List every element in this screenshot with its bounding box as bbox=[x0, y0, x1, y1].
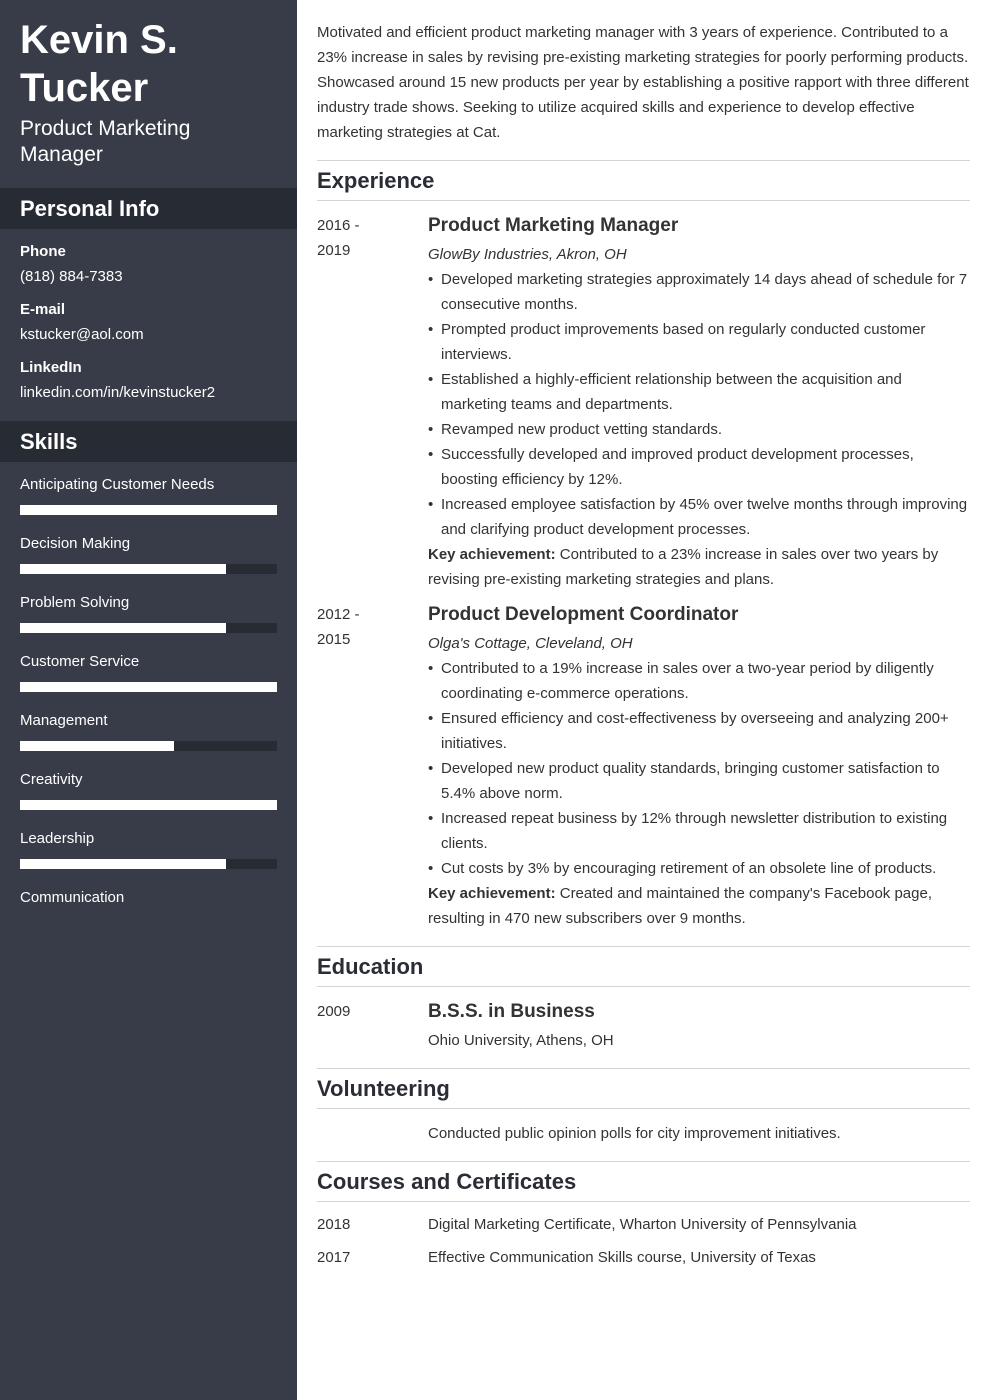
email-label: E-mail bbox=[20, 301, 66, 318]
job-bullet: Increased employee satisfaction by 45% o… bbox=[428, 492, 970, 542]
skill-name: Anticipating Customer Needs bbox=[20, 476, 215, 493]
job-bullet: Established a highly-efficient relations… bbox=[428, 367, 970, 417]
skill-bar-fill bbox=[20, 505, 277, 515]
job-title: Product Development Coordinator bbox=[428, 604, 739, 625]
email-value[interactable]: kstucker@aol.com bbox=[20, 325, 277, 345]
skill-bar-fill bbox=[20, 859, 226, 869]
job-date: 2016 - 2019 bbox=[317, 217, 360, 259]
course-item: 2018 Digital Marketing Certificate, Whar… bbox=[317, 1212, 970, 1237]
skill-bar-fill bbox=[20, 800, 277, 810]
phone-value: (818) 884-7383 bbox=[20, 268, 123, 285]
skill-bar bbox=[20, 800, 277, 810]
key-achievement-label: Key achievement: bbox=[428, 885, 556, 902]
job-bullets: Developed marketing strategies approxima… bbox=[428, 267, 970, 542]
volunteering-entry: Conducted public opinion polls for city … bbox=[317, 1121, 970, 1146]
skill-item: Decision Making bbox=[20, 521, 277, 580]
skill-bar bbox=[20, 505, 277, 515]
sidebar: Kevin S. Tucker Product Marketing Manage… bbox=[0, 0, 297, 1400]
job-bullet: Successfully developed and improved prod… bbox=[428, 442, 970, 492]
personal-info: Phone (818) 884-7383 E-mail kstucker@aol… bbox=[0, 242, 297, 403]
skill-item: Problem Solving bbox=[20, 580, 277, 639]
skill-bar bbox=[20, 623, 277, 633]
job-bullet: Developed marketing strategies approxima… bbox=[428, 267, 970, 317]
candidate-name: Kevin S. Tucker bbox=[20, 18, 178, 110]
job-bullet: Developed new product quality standards,… bbox=[428, 756, 970, 806]
skill-item: Anticipating Customer Needs bbox=[20, 462, 277, 521]
key-achievement: Key achievement: Created and maintained … bbox=[428, 881, 970, 931]
skill-bar bbox=[20, 741, 277, 751]
education-entry: 2009 B.S.S. in Business Ohio University,… bbox=[317, 999, 970, 1053]
skill-item: Communication bbox=[20, 875, 277, 934]
skill-name: Problem Solving bbox=[20, 594, 130, 611]
email-item: E-mail kstucker@aol.com bbox=[20, 300, 277, 345]
course-date: 2017 bbox=[317, 1249, 351, 1266]
key-achievement-label: Key achievement: bbox=[428, 546, 556, 563]
course-text: Effective Communication Skills course, U… bbox=[428, 1249, 816, 1266]
job-entry: 2016 - 2019 Product Marketing Manager Gl… bbox=[317, 213, 970, 592]
job-bullet: Prompted product improvements based on r… bbox=[428, 317, 970, 367]
job-bullets: Contributed to a 19% increase in sales o… bbox=[428, 656, 970, 881]
skill-bar bbox=[20, 564, 277, 574]
job-entry: 2012 - 2015 Product Development Coordina… bbox=[317, 602, 970, 931]
skills-heading: Skills bbox=[0, 421, 297, 462]
job-title: Product Marketing Manager bbox=[428, 215, 679, 236]
skill-bar bbox=[20, 682, 277, 692]
job-company: Olga's Cottage, Cleveland, OH bbox=[428, 635, 633, 652]
job-bullet: Increased repeat business by 12% through… bbox=[428, 806, 970, 856]
skill-bar-fill bbox=[20, 741, 175, 751]
job-company: GlowBy Industries, Akron, OH bbox=[428, 246, 627, 263]
main-content: Motivated and efficient product marketin… bbox=[317, 0, 970, 1270]
linkedin-label: LinkedIn bbox=[20, 359, 82, 376]
skill-bar-fill bbox=[20, 623, 226, 633]
school-name: Ohio University, Athens, OH bbox=[428, 1032, 614, 1049]
degree-title: B.S.S. in Business bbox=[428, 1001, 595, 1022]
summary: Motivated and efficient product marketin… bbox=[317, 24, 969, 141]
job-date: 2012 - 2015 bbox=[317, 606, 360, 648]
job-bullet: Revamped new product vetting standards. bbox=[428, 417, 970, 442]
job-bullet: Ensured efficiency and cost-effectivenes… bbox=[428, 706, 970, 756]
courses-heading: Courses and Certificates bbox=[317, 1161, 970, 1202]
skill-bar-fill bbox=[20, 564, 226, 574]
skill-item: Management bbox=[20, 698, 277, 757]
phone-item: Phone (818) 884-7383 bbox=[20, 242, 277, 287]
skill-item: Customer Service bbox=[20, 639, 277, 698]
skill-name: Customer Service bbox=[20, 653, 140, 670]
skill-name: Management bbox=[20, 712, 108, 729]
linkedin-item: LinkedIn linkedin.com/in/kevinstucker2 bbox=[20, 358, 277, 403]
course-date: 2018 bbox=[317, 1216, 351, 1233]
skill-name: Communication bbox=[20, 889, 125, 906]
skill-name: Decision Making bbox=[20, 535, 131, 552]
skill-bar bbox=[20, 859, 277, 869]
skill-item: Creativity bbox=[20, 757, 277, 816]
course-text: Digital Marketing Certificate, Wharton U… bbox=[428, 1216, 857, 1233]
skill-bar-fill bbox=[20, 682, 277, 692]
skill-name: Leadership bbox=[20, 830, 95, 847]
phone-label: Phone bbox=[20, 243, 66, 260]
course-item: 2017 Effective Communication Skills cour… bbox=[317, 1245, 970, 1270]
volunteering-text: Conducted public opinion polls for city … bbox=[428, 1125, 841, 1142]
experience-heading: Experience bbox=[317, 160, 970, 201]
job-bullet: Contributed to a 19% increase in sales o… bbox=[428, 656, 970, 706]
job-bullet: Cut costs by 3% by encouraging retiremen… bbox=[428, 856, 970, 881]
skill-item: Leadership bbox=[20, 816, 277, 875]
candidate-title: Product Marketing Manager bbox=[20, 117, 191, 166]
personal-info-heading: Personal Info bbox=[0, 188, 297, 229]
volunteering-heading: Volunteering bbox=[317, 1068, 970, 1109]
key-achievement: Key achievement: Contributed to a 23% in… bbox=[428, 542, 970, 592]
skill-name: Creativity bbox=[20, 771, 83, 788]
skills-list: Anticipating Customer Needs Decision Mak… bbox=[0, 462, 297, 934]
education-date: 2009 bbox=[317, 1003, 351, 1020]
linkedin-value[interactable]: linkedin.com/in/kevinstucker2 bbox=[20, 383, 277, 403]
education-heading: Education bbox=[317, 946, 970, 987]
